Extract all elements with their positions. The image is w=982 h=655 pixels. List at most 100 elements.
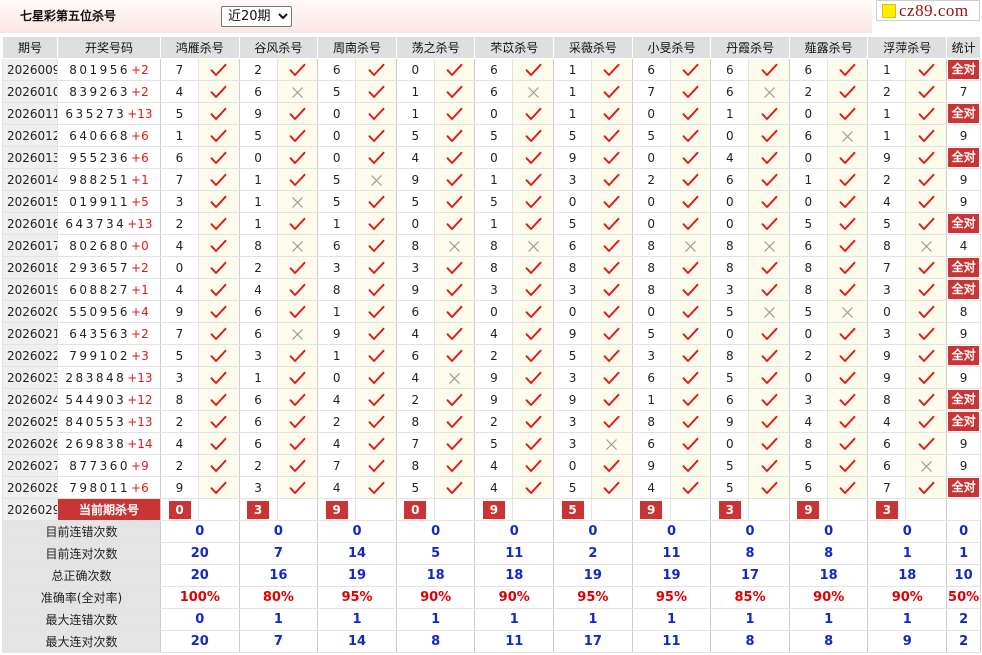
summary-row: 最大连错次数 0 1 1 1 1 1 1 1 1 1 2: [2, 608, 982, 631]
column-header-expert: 谷风杀号: [238, 36, 319, 59]
cross-icon: [763, 86, 775, 98]
kill-success-mark: [905, 80, 948, 103]
kill-success-mark: [355, 124, 397, 147]
kill-success-mark: [669, 344, 712, 367]
kill-success-mark: [591, 256, 633, 279]
kill-number: 8: [710, 344, 750, 367]
kill-number: 1: [160, 124, 199, 147]
check-icon: [839, 415, 856, 428]
summary-value: 1: [553, 608, 633, 631]
check-icon: [210, 415, 227, 428]
check-icon: [525, 371, 542, 384]
draw-main-digits: 635273: [65, 106, 127, 121]
kill-number: 5: [553, 344, 593, 367]
site-logo[interactable]: cz89.com: [876, 0, 980, 21]
current-kill-number: 9: [482, 500, 505, 519]
kill-number: 3: [160, 366, 199, 389]
column-header-expert: 丹霞杀号: [710, 36, 790, 59]
summary-value: 1: [710, 608, 790, 631]
issue-number: 2026023: [2, 366, 58, 389]
check-icon: [682, 107, 699, 120]
kill-success-mark: [748, 366, 790, 389]
check-icon: [603, 459, 620, 472]
kill-number: 5: [710, 454, 750, 477]
check-icon: [603, 305, 620, 318]
kill-number: 5: [710, 366, 750, 389]
kill-success-mark: [198, 410, 240, 433]
draw-extra-number: +6: [131, 150, 149, 165]
summary-value: 11: [631, 542, 712, 565]
kill-number: 4: [160, 80, 199, 103]
draw-number: 640668+6: [57, 124, 161, 147]
current-kill-number: 9: [325, 500, 348, 519]
kill-number: 6: [238, 388, 278, 411]
empty-cell: [748, 498, 790, 521]
check-icon: [525, 327, 542, 340]
check-icon: [210, 261, 227, 274]
check-icon: [603, 217, 620, 230]
summary-value: 0: [160, 520, 240, 543]
draw-number: 839263+2: [57, 80, 161, 103]
kill-fail-mark: [433, 234, 476, 257]
summary-value: 0: [238, 520, 319, 543]
kill-success-mark: [355, 344, 397, 367]
kill-number: 0: [395, 212, 435, 235]
kill-success-mark: [355, 278, 397, 301]
check-icon: [682, 217, 699, 230]
kill-success-mark: [276, 476, 319, 499]
check-icon: [603, 195, 620, 208]
current-kill-cell: 9: [317, 498, 357, 521]
current-kill-number: 3: [875, 500, 898, 519]
check-icon: [368, 195, 384, 208]
kill-fail-mark: [276, 322, 319, 345]
kill-number: 1: [317, 300, 357, 323]
kill-number: 0: [317, 366, 357, 389]
check-icon: [918, 415, 935, 428]
draw-extra-number: +2: [131, 260, 149, 275]
kill-number: 5: [395, 124, 435, 147]
stat-count: 9: [946, 366, 982, 389]
check-icon: [525, 305, 542, 318]
kill-number: 8: [631, 410, 671, 433]
check-icon: [368, 327, 384, 340]
cross-icon: [527, 86, 539, 98]
kill-number: 6: [867, 432, 907, 455]
kill-success-mark: [512, 322, 555, 345]
kill-success-mark: [433, 190, 476, 213]
draw-number: 544903+12: [57, 388, 161, 411]
check-icon: [682, 283, 699, 296]
kill-number: 3: [317, 256, 357, 279]
draw-number: 643563+2: [57, 322, 161, 345]
stat-count: 7: [946, 80, 982, 103]
kill-fail-mark: [512, 80, 555, 103]
kill-number: 1: [553, 58, 593, 81]
kill-success-mark: [905, 278, 948, 301]
draw-number: 293657+2: [57, 256, 161, 279]
all-correct-badge: 全对: [948, 104, 980, 123]
kill-success-mark: [433, 344, 476, 367]
result-row: 2026024 544903+12 8 6 4 2 9 9 1 6 3 8 全对: [2, 388, 982, 411]
kill-success-mark: [905, 410, 948, 433]
check-icon: [368, 217, 384, 230]
kill-success-mark: [748, 168, 790, 191]
draw-number: 988251+1: [57, 168, 161, 191]
kill-number: 1: [788, 168, 828, 191]
kill-number: 0: [710, 190, 750, 213]
kill-success-mark: [276, 102, 319, 125]
draw-extra-number: +1: [131, 172, 149, 187]
check-icon: [682, 261, 699, 274]
check-icon: [761, 327, 778, 340]
kill-success-mark: [198, 80, 240, 103]
period-select[interactable]: 近20期: [221, 6, 292, 27]
kill-number: 1: [867, 58, 907, 81]
check-icon: [682, 415, 699, 428]
draw-main-digits: 544903: [65, 392, 127, 407]
kill-success-mark: [669, 322, 712, 345]
summary-total: 1: [946, 542, 982, 565]
table-body: 2026009 801956+2 7 2 6 0 6 1 6 6 6 1 全对 2026010 839263…: [2, 58, 982, 653]
kill-number: 1: [553, 80, 593, 103]
summary-value: 1: [867, 608, 948, 631]
kill-number: 3: [553, 366, 593, 389]
kill-success-mark: [433, 410, 476, 433]
check-icon: [289, 63, 306, 76]
